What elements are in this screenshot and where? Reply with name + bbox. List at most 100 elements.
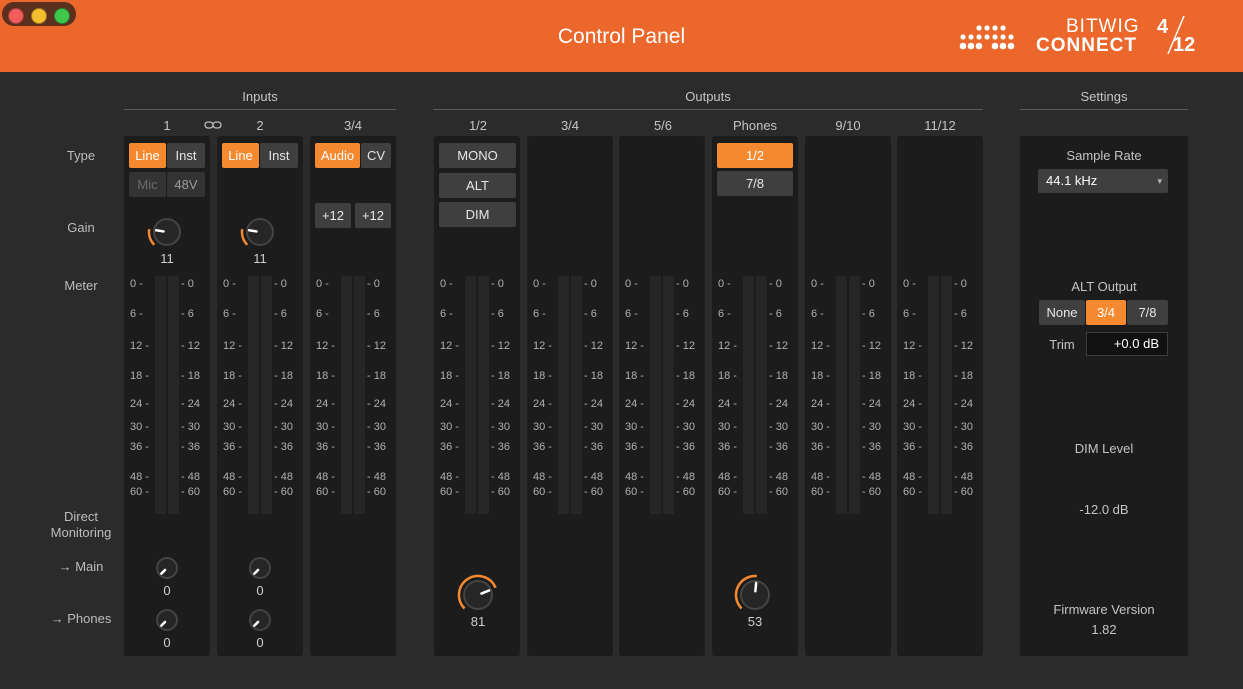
dim-button[interactable]: DIM: [439, 202, 516, 227]
zoom-window-button[interactable]: [54, 8, 70, 24]
meter-scale-label: 18 -: [130, 370, 149, 382]
meter-scale-label: - 36: [769, 441, 788, 453]
meter-scale-label: 36 -: [625, 441, 644, 453]
meter-scale-label: 60 -: [440, 486, 459, 498]
meter-scale-label: - 60: [769, 486, 788, 498]
meter-scale-label: 6 -: [223, 308, 236, 320]
meter-scale-label: - 36: [367, 441, 386, 453]
meter-scale-label: 48 -: [223, 471, 242, 483]
input-1-gain-knob[interactable]: [145, 210, 189, 254]
meter-scale-label: 12 -: [718, 340, 737, 352]
meter-scale-label: 12 -: [130, 340, 149, 352]
meter-scale-label: 6 -: [718, 308, 731, 320]
alt-output-78-button[interactable]: 7/8: [1127, 300, 1168, 325]
input-1-main-knob[interactable]: [148, 549, 186, 587]
input-34-audio-button[interactable]: Audio: [315, 143, 360, 168]
phones-volume-value: 53: [747, 614, 763, 629]
input-1-phones-knob[interactable]: [148, 601, 186, 639]
dim-level-label: DIM Level: [1074, 441, 1134, 456]
meter-scale-label: 0 -: [811, 278, 824, 290]
mono-button[interactable]: MONO: [439, 143, 516, 168]
meter-scale-label: - 0: [769, 278, 782, 290]
input-3-plus12-button[interactable]: +12: [315, 203, 351, 228]
meter-scale-label: 48 -: [903, 471, 922, 483]
input-2-gain-value: 11: [253, 251, 267, 266]
phones-source-78-button[interactable]: 7/8: [717, 171, 793, 196]
meter-scale-label: 36 -: [440, 441, 459, 453]
meter-bar-left: [248, 276, 259, 514]
meter-bar-left: [650, 276, 661, 514]
meter-scale-label: - 0: [862, 278, 875, 290]
outputs-section-title: Outputs: [685, 89, 731, 104]
meter-scale-label: - 0: [367, 278, 380, 290]
close-window-button[interactable]: [8, 8, 24, 24]
meter-scale-label: - 48: [491, 471, 510, 483]
meter-scale-label: - 36: [491, 441, 510, 453]
meter-scale-label: 60 -: [811, 486, 830, 498]
meter-bar-right: [571, 276, 582, 514]
input-1-mic-button[interactable]: Mic: [129, 172, 166, 197]
minimize-window-button[interactable]: [31, 8, 47, 24]
input-2-line-button[interactable]: Line: [222, 143, 259, 168]
output-34-label: 3/4: [560, 118, 580, 133]
sample-rate-select[interactable]: 44.1 kHz ▾: [1038, 169, 1168, 193]
meter-scale-label: 18 -: [223, 370, 242, 382]
brand-model: 4 12: [1154, 14, 1198, 58]
dim-level-value: -12.0 dB: [1079, 502, 1129, 517]
meter-scale-label: - 18: [676, 370, 695, 382]
meter-scale-label: 18 -: [440, 370, 459, 382]
input-1-line-button[interactable]: Line: [129, 143, 166, 168]
meter-scale-label: - 60: [584, 486, 603, 498]
meter-scale-label: - 30: [491, 421, 510, 433]
meter-scale-label: 12 -: [903, 340, 922, 352]
input-2-inst-button[interactable]: Inst: [260, 143, 298, 168]
input-2-phones-knob[interactable]: [241, 601, 279, 639]
meter-scale-label: 6 -: [440, 308, 453, 320]
meter-scale-label: - 36: [181, 441, 200, 453]
meter-scale-label: - 24: [181, 398, 200, 410]
trim-label: Trim: [1049, 337, 1075, 352]
input-2-main-knob[interactable]: [241, 549, 279, 587]
alt-output-34-button[interactable]: 3/4: [1086, 300, 1126, 325]
window-controls: [2, 2, 76, 26]
meter-scale-label: 24 -: [440, 398, 459, 410]
phones-volume-knob[interactable]: [732, 572, 778, 618]
input-1-gain-value: 11: [160, 251, 174, 266]
input-2-phones-value: 0: [256, 635, 264, 650]
alt-output-none-button[interactable]: None: [1039, 300, 1085, 325]
input-34-label: 3/4: [343, 118, 363, 133]
meter-scale-label: 24 -: [130, 398, 149, 410]
row-label-gain: Gain: [67, 220, 95, 235]
input-1-inst-button[interactable]: Inst: [167, 143, 205, 168]
meter-scale-label: 18 -: [533, 370, 552, 382]
meter-scale-label: 24 -: [223, 398, 242, 410]
meter-scale-label: - 6: [954, 308, 967, 320]
input-4-plus12-button[interactable]: +12: [355, 203, 391, 228]
meter-scale-label: - 6: [367, 308, 380, 320]
alt-button[interactable]: ALT: [439, 173, 516, 198]
meter-scale-label: 6 -: [316, 308, 329, 320]
meter-scale-label: - 24: [274, 398, 293, 410]
meter-bar-left: [155, 276, 166, 514]
meter-scale-label: - 60: [274, 486, 293, 498]
input-2-gain-knob[interactable]: [238, 210, 282, 254]
meter-scale-label: 30 -: [130, 421, 149, 433]
level-meter: [558, 276, 582, 514]
meter-scale-label: - 18: [367, 370, 386, 382]
meter-scale-label: - 18: [769, 370, 788, 382]
phones-source-12-button[interactable]: 1/2: [717, 143, 793, 168]
input-34-cv-button[interactable]: CV: [361, 143, 391, 168]
meter-bar-right: [354, 276, 365, 514]
input-1-48v-button[interactable]: 48V: [167, 172, 205, 197]
trim-input[interactable]: +0.0 dB: [1086, 332, 1168, 356]
meter-scale-label: 60 -: [223, 486, 242, 498]
output-12-volume-knob[interactable]: [455, 572, 501, 618]
meter-scale-label: - 36: [676, 441, 695, 453]
meter-scale-label: 60 -: [130, 486, 149, 498]
level-meter: [836, 276, 860, 514]
meter-bar-right: [168, 276, 179, 514]
meter-scale-label: 30 -: [718, 421, 737, 433]
output-910-label: 9/10: [835, 118, 861, 133]
meter-bar-right: [663, 276, 674, 514]
sample-rate-label: Sample Rate: [1066, 148, 1142, 163]
